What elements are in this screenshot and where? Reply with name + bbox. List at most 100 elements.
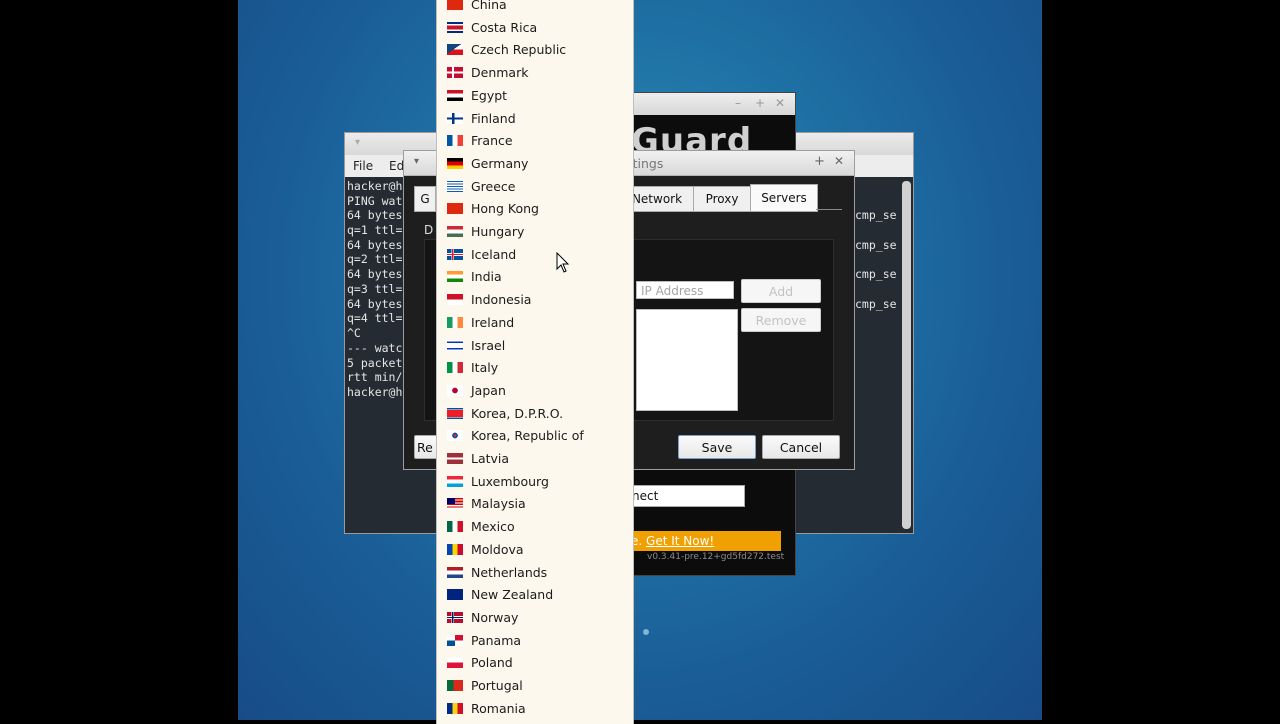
country-name: China (471, 0, 507, 12)
maximize-icon[interactable]: + (755, 96, 765, 110)
country-option[interactable]: Korea, Republic of (437, 425, 633, 447)
country-name: Norway (471, 609, 519, 625)
country-name: Latvia (471, 451, 510, 466)
terminal-line-right: cmp_se (855, 208, 897, 222)
tab-servers[interactable]: Servers (750, 184, 818, 212)
country-option[interactable]: Hungary (437, 221, 633, 243)
country-option[interactable]: Portugal (437, 675, 633, 697)
tab-general[interactable]: G (414, 186, 436, 212)
country-name: Finland (471, 110, 516, 126)
tab-proxy[interactable]: Proxy (693, 186, 751, 212)
country-option[interactable]: Norway (437, 607, 633, 629)
country-option[interactable]: China (437, 0, 633, 16)
country-option[interactable]: Indonesia (437, 289, 633, 311)
country-option[interactable]: Finland (437, 108, 633, 130)
country-option[interactable]: Poland (437, 652, 633, 674)
version-label: v0.3.41-pre.12+gd5fd272.test (647, 552, 785, 562)
terminal-line: 64 bytes (347, 208, 403, 222)
country-name: Netherlands (471, 564, 548, 580)
save-button[interactable]: Save (678, 435, 756, 459)
country-option[interactable]: Malaysia (437, 493, 633, 515)
country-option[interactable]: Panama (437, 630, 633, 652)
country-option[interactable]: Czech Republic (437, 39, 633, 61)
terminal-line: 5 packet (347, 356, 403, 370)
country-option[interactable]: Israel (437, 335, 633, 357)
flag-icon (447, 521, 463, 533)
country-name: Italy (471, 360, 499, 376)
flag-icon (447, 44, 463, 56)
country-name: Indonesia (471, 292, 532, 308)
connect-button[interactable]: nect (631, 485, 745, 507)
flag-icon (447, 203, 463, 215)
menu-edit[interactable]: Ed (389, 159, 404, 173)
pin-icon[interactable]: + (814, 154, 825, 169)
server-list[interactable] (636, 309, 738, 411)
country-option[interactable]: Netherlands (437, 562, 633, 584)
tab-label: Proxy (705, 192, 739, 206)
terminal-line-right: cmp_se (855, 238, 897, 252)
get-it-now-link[interactable]: Get It Now! (646, 534, 714, 548)
desktop-dot (643, 629, 649, 635)
country-option[interactable]: Latvia (437, 448, 633, 470)
country-name: Panama (471, 632, 522, 648)
ip-address-input[interactable]: IP Address (636, 281, 734, 299)
country-option[interactable]: Hong Kong (437, 198, 633, 220)
flag-icon (447, 566, 463, 578)
flag-icon (447, 226, 463, 237)
save-label: Save (701, 439, 733, 455)
country-option[interactable]: Ireland (437, 312, 633, 334)
country-option[interactable]: Denmark (437, 62, 633, 84)
country-option[interactable]: New Zealand (437, 584, 633, 606)
terminal-line: PING watc (347, 194, 410, 208)
desktop: ▾ File Ed hacker@ha PING watc 64 bytes q… (238, 0, 1042, 720)
mouse-cursor-icon (556, 252, 570, 273)
country-name: Korea, D.P.R.O. (471, 405, 564, 421)
country-name: India (471, 269, 502, 285)
country-name: France (471, 133, 513, 149)
country-option[interactable]: Greece (437, 176, 633, 198)
terminal-scrollbar[interactable] (902, 181, 911, 529)
vpn-titlebar[interactable]: – + ✕ (631, 93, 795, 115)
country-option[interactable]: Iceland (437, 244, 633, 266)
country-name: Luxembourg (471, 473, 549, 489)
country-option[interactable]: Italy (437, 357, 633, 379)
close-icon[interactable]: ✕ (775, 96, 785, 110)
flag-icon (447, 157, 463, 169)
country-option[interactable]: Egypt (437, 85, 633, 107)
country-dropdown-list[interactable]: China Costa Rica Czech Republic Denmark Egyp… (436, 0, 634, 724)
country-name: Hungary (471, 224, 525, 239)
window-menu-icon[interactable]: ▾ (414, 156, 419, 167)
ip-placeholder: IP Address (641, 284, 704, 298)
servers-label: D (424, 223, 434, 237)
flag-icon (447, 21, 463, 33)
terminal-line: ^C (347, 326, 361, 340)
tab-underline (816, 209, 842, 210)
country-name: Portugal (471, 678, 523, 693)
country-name: Israel (471, 337, 506, 353)
country-option[interactable]: Romania (437, 698, 633, 720)
menu-file[interactable]: File (353, 159, 373, 173)
country-option[interactable]: Moldova (437, 539, 633, 561)
country-option[interactable]: France (437, 130, 633, 152)
tab-label: G (420, 192, 430, 206)
country-option[interactable]: Mexico (437, 516, 633, 538)
country-option[interactable]: Germany (437, 153, 633, 175)
country-option[interactable]: India (437, 266, 633, 288)
window-menu-icon[interactable]: ▾ (355, 137, 360, 148)
country-name: Germany (471, 155, 529, 171)
flag-icon (447, 248, 463, 260)
country-option[interactable]: Japan (437, 380, 633, 402)
add-button[interactable]: Add (741, 279, 821, 303)
terminal-line: 64 bytes (347, 267, 403, 281)
country-option[interactable]: Korea, D.P.R.O. (437, 403, 633, 425)
tab-label: Servers (761, 191, 807, 205)
flag-icon (447, 384, 463, 396)
country-name: Czech Republic (471, 42, 567, 58)
minimize-icon[interactable]: – (735, 96, 741, 110)
country-option[interactable]: Luxembourg (437, 471, 633, 493)
flag-icon (447, 680, 463, 691)
cancel-button[interactable]: Cancel (762, 435, 840, 459)
remove-button[interactable]: Remove (741, 308, 821, 332)
country-option[interactable]: Costa Rica (437, 17, 633, 39)
close-icon[interactable]: ✕ (834, 154, 844, 168)
